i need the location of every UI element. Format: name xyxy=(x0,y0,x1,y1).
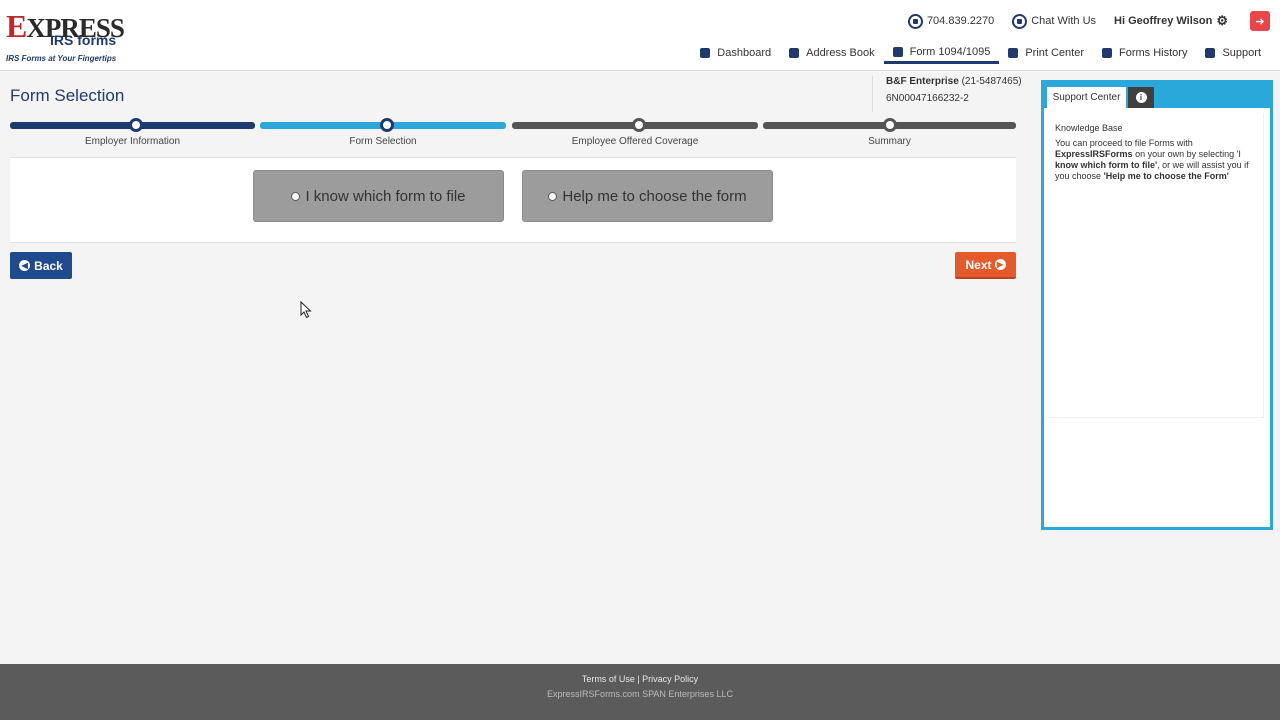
knowledge-base: Knowledge Base You can proceed to file F… xyxy=(1047,113,1264,418)
support-tabs: Support Center i xyxy=(1044,83,1270,108)
chat-label: Chat With Us xyxy=(1031,15,1097,27)
kb-title: Knowledge Base xyxy=(1055,123,1123,133)
nav-address-book[interactable]: Address Book xyxy=(780,42,883,64)
footer-links[interactable]: Terms of Use | Privacy Policy xyxy=(0,674,1280,684)
kb-text: You can proceed to file Forms with Expre… xyxy=(1055,138,1249,181)
chevron-right-icon: ▶ xyxy=(994,259,1006,270)
support-icon xyxy=(1205,48,1216,58)
step-dot xyxy=(129,118,143,132)
printer-icon xyxy=(1008,48,1019,58)
footer: Terms of Use | Privacy Policy ExpressIRS… xyxy=(0,664,1280,720)
gear-icon[interactable]: ⚙ xyxy=(1216,13,1228,29)
chat-icon xyxy=(1012,13,1028,29)
employer-name: B&F Enterprise xyxy=(886,76,959,87)
option-know-form-label: I know which form to file xyxy=(305,187,466,205)
step-label: Employer Information xyxy=(84,136,181,147)
chat-link[interactable]: Chat With Us xyxy=(1012,13,1097,29)
progress-steps: Employer Information Form Selection Empl… xyxy=(10,118,1016,152)
nav-support[interactable]: Support xyxy=(1196,42,1270,64)
nav-form-1094-1095[interactable]: Form 1094/1095 xyxy=(883,42,1000,64)
footer-copyright: ExpressIRSForms.com SPAN Enterprises LLC xyxy=(0,688,1280,700)
option-help-choose[interactable]: Help me to choose the form xyxy=(522,170,773,222)
nav-print-center[interactable]: Print Center xyxy=(999,42,1093,64)
step-label: Form Selection xyxy=(349,136,417,147)
next-button[interactable]: Next ▶ xyxy=(955,252,1016,279)
form-icon xyxy=(892,46,903,57)
step-dot xyxy=(883,118,897,132)
back-button[interactable]: ◀ Back xyxy=(10,252,72,279)
phone-link[interactable]: 704.839.2270 xyxy=(907,13,995,29)
nav-forms-history[interactable]: Forms History xyxy=(1093,42,1196,64)
logo-tagline: IRS Forms at Your Fingertips xyxy=(6,54,117,63)
option-know-form[interactable]: I know which form to file xyxy=(253,170,504,222)
history-icon xyxy=(1102,48,1113,58)
radio-help-choose[interactable] xyxy=(548,191,558,201)
tab-support-center[interactable]: Support Center xyxy=(1047,87,1126,108)
option-help-choose-label: Help me to choose the form xyxy=(562,187,747,205)
phone-icon xyxy=(907,13,923,29)
logo[interactable]: EXPRESS IRS forms IRS Forms at Your Fing… xyxy=(6,8,125,66)
footer-company: SPAN Enterprises LLC xyxy=(642,689,733,699)
employer-id: 6N00047166232-2 xyxy=(886,93,969,104)
header: EXPRESS IRS forms IRS Forms at Your Fing… xyxy=(0,0,1280,71)
logo-subtitle: IRS forms xyxy=(50,32,117,48)
chevron-left-icon: ◀ xyxy=(19,260,31,271)
main-nav: Dashboard Address Book Form 1094/1095 Pr… xyxy=(691,42,1270,66)
info-icon: i xyxy=(1135,92,1147,103)
phone-number: 704.839.2270 xyxy=(926,15,995,27)
support-center-panel: Support Center i Knowledge Base You can … xyxy=(1041,80,1273,530)
employer-info: B&F Enterprise (21-5487465) 6N0004716623… xyxy=(872,76,1038,112)
page-title: Form Selection xyxy=(10,86,125,105)
step-label: Employee Offered Coverage xyxy=(571,136,699,147)
nav-dashboard[interactable]: Dashboard xyxy=(691,42,780,64)
user-greeting: Hi Geoffrey Wilson xyxy=(1114,15,1213,27)
top-bar: 704.839.2270 Chat With Us Hi Geoffrey Wi… xyxy=(907,11,1270,31)
footer-site-link[interactable]: ExpressIRSForms.com xyxy=(547,689,640,699)
step-summary[interactable]: Summary xyxy=(763,118,1016,152)
logout-icon: ➜ xyxy=(1255,15,1265,28)
radio-know-form[interactable] xyxy=(291,191,301,201)
step-label: Summary xyxy=(868,136,911,147)
step-employee-offered-coverage[interactable]: Employee Offered Coverage xyxy=(512,118,758,152)
step-dot xyxy=(380,118,394,132)
address-book-icon xyxy=(789,48,800,58)
employer-ein: (21-5487465) xyxy=(961,76,1022,87)
dashboard-icon xyxy=(700,48,711,58)
form-choice-panel: I know which form to file Help me to cho… xyxy=(10,157,1016,243)
step-form-selection[interactable]: Form Selection xyxy=(260,118,506,152)
step-dot xyxy=(632,118,646,132)
logout-button[interactable]: ➜ xyxy=(1250,11,1270,31)
tab-info[interactable]: i xyxy=(1128,87,1154,108)
step-employer-information[interactable]: Employer Information xyxy=(10,118,255,152)
user-menu[interactable]: Hi Geoffrey Wilson ⚙ xyxy=(1114,13,1228,29)
